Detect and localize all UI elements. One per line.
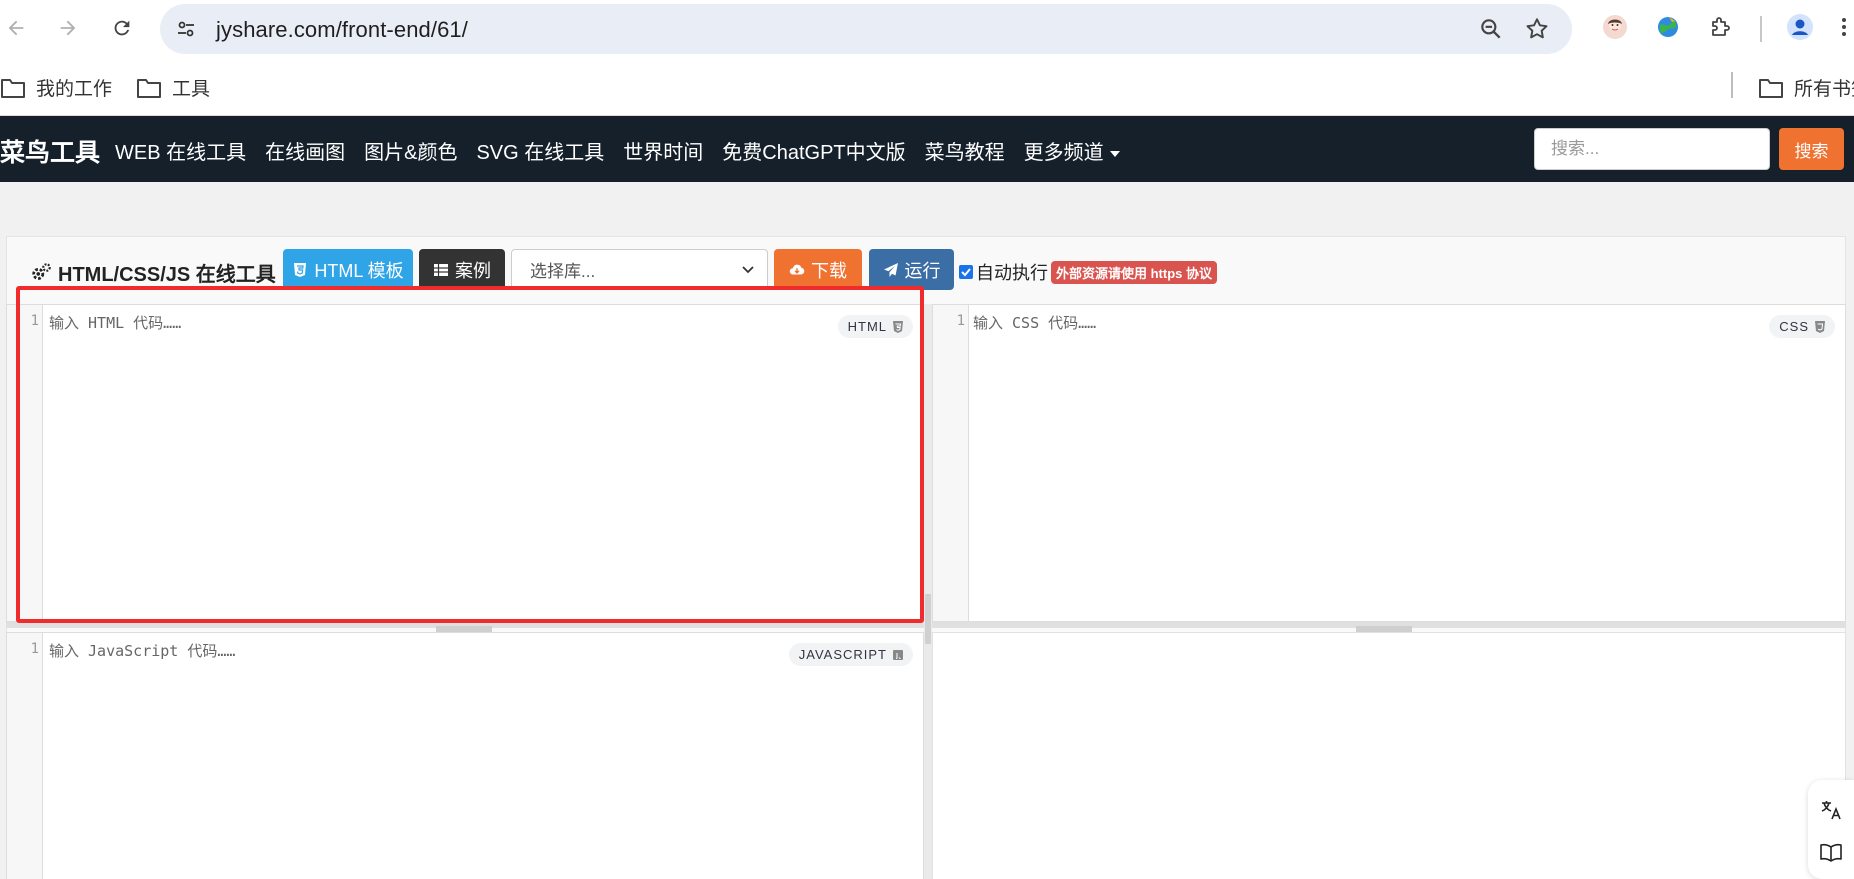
- all-bookmarks-folder[interactable]: 所有书签: [1758, 74, 1854, 101]
- download-button[interactable]: 下载: [774, 249, 862, 290]
- html-template-button[interactable]: HTML 模板: [283, 249, 413, 290]
- vertical-splitter[interactable]: [924, 304, 932, 879]
- js-lang-tag: JAVASCRIPT: [788, 643, 913, 666]
- result-preview-pane[interactable]: [932, 632, 1846, 879]
- site-navbar: 菜鸟工具 WEB 在线工具 在线画图 图片&颜色 SVG 在线工具 世界时间 免…: [0, 116, 1854, 182]
- site-logo[interactable]: 菜鸟工具: [0, 133, 100, 169]
- site-search-input[interactable]: [1534, 128, 1770, 170]
- case-examples-button[interactable]: 案例: [419, 249, 505, 290]
- js-square-icon: [893, 649, 903, 660]
- more-channels-label: 更多频道: [1023, 142, 1104, 164]
- line-gutter: 1: [7, 633, 43, 879]
- lang-tag-label: JAVASCRIPT: [798, 647, 887, 662]
- nav-link-chatgpt[interactable]: 免费ChatGPT中文版: [722, 136, 905, 165]
- download-label: 下载: [811, 260, 847, 281]
- cloud-download-icon: [789, 264, 805, 274]
- forward-button[interactable]: [52, 12, 84, 44]
- bookmark-label: 我的工作: [36, 79, 113, 100]
- auto-run-label: 自动执行: [976, 263, 1048, 283]
- gears-icon: [32, 262, 51, 280]
- zoom-icon[interactable]: [1478, 16, 1504, 42]
- bookmark-folder-work[interactable]: 我的工作: [0, 74, 112, 101]
- folder-icon: [1, 78, 25, 98]
- nav-link-web-tools[interactable]: WEB 在线工具: [115, 136, 246, 165]
- lang-tag-label: CSS: [1779, 319, 1809, 334]
- browser-toolbar: jyshare.com/front-end/61/: [0, 0, 1854, 58]
- tool-title-text: HTML/CSS/JS 在线工具: [58, 264, 276, 286]
- translate-icon[interactable]: [1819, 798, 1843, 822]
- js-editor[interactable]: 1 输入 JavaScript 代码…… JAVASCRIPT: [6, 632, 924, 879]
- https-notice-badge: 外部资源请使用 https 协议: [1051, 260, 1217, 284]
- nav-link-world-time[interactable]: 世界时间: [623, 136, 703, 165]
- paper-plane-icon: [883, 262, 898, 277]
- bookmark-label: 所有书签: [1794, 79, 1854, 100]
- globe-extension-icon[interactable]: [1653, 12, 1683, 42]
- address-bar[interactable]: jyshare.com/front-end/61/: [160, 4, 1572, 54]
- reading-mode-icon[interactable]: [1819, 840, 1843, 864]
- table-icon: [434, 263, 448, 276]
- folder-icon: [1759, 78, 1783, 98]
- css-editor[interactable]: 1 输入 CSS 代码…… CSS: [932, 304, 1846, 622]
- toolbar-divider: [1760, 16, 1762, 42]
- check-icon: [961, 268, 971, 277]
- caret-down-icon: [1109, 150, 1120, 157]
- reload-button[interactable]: [106, 12, 138, 44]
- site-settings-icon[interactable]: [174, 17, 198, 41]
- library-select-value: 选择库...: [530, 262, 596, 281]
- line-gutter: 1: [933, 305, 969, 621]
- js-code-placeholder[interactable]: 输入 JavaScript 代码……: [49, 640, 235, 661]
- splitter-handle[interactable]: [925, 594, 931, 644]
- chevron-down-icon: [742, 266, 754, 274]
- tool-title: HTML/CSS/JS 在线工具: [30, 258, 276, 287]
- auto-run-checkbox[interactable]: [959, 265, 973, 279]
- nav-link-image-color[interactable]: 图片&颜色: [364, 136, 457, 165]
- run-label: 运行: [904, 260, 941, 281]
- menu-icon[interactable]: [1834, 12, 1854, 42]
- library-select[interactable]: 选择库...: [511, 249, 768, 290]
- bookmarks-bar: 我的工作 工具 所有书签: [0, 58, 1854, 116]
- css-code-placeholder[interactable]: 输入 CSS 代码……: [973, 312, 1096, 333]
- html-template-label: HTML 模板: [314, 260, 404, 281]
- nav-link-drawing[interactable]: 在线画图: [265, 136, 345, 165]
- reload-icon: [114, 20, 130, 36]
- line-number: 1: [30, 641, 39, 657]
- nav-link-svg[interactable]: SVG 在线工具: [476, 136, 604, 165]
- bookmark-star-icon[interactable]: [1524, 16, 1550, 42]
- run-button[interactable]: 运行: [869, 249, 954, 290]
- nav-link-tutorial[interactable]: 菜鸟教程: [925, 136, 1005, 165]
- css3-icon: [1815, 320, 1825, 333]
- bookmark-folder-tools[interactable]: 工具: [136, 74, 210, 101]
- bookmarks-divider: [1731, 72, 1733, 98]
- nav-link-more-channels[interactable]: 更多频道: [1024, 136, 1120, 165]
- site-search-button[interactable]: 搜索: [1779, 128, 1844, 170]
- url-text[interactable]: jyshare.com/front-end/61/: [216, 17, 468, 43]
- line-number: 1: [956, 313, 965, 329]
- back-button[interactable]: [0, 12, 32, 44]
- folder-icon: [137, 78, 161, 98]
- profile-avatar-extension-icon[interactable]: [1600, 12, 1630, 42]
- account-icon[interactable]: [1785, 12, 1815, 42]
- floating-tools: [1808, 780, 1854, 879]
- bookmark-label: 工具: [172, 79, 211, 100]
- css-lang-tag: CSS: [1769, 315, 1835, 338]
- arrow-right-icon: [60, 20, 76, 36]
- case-label: 案例: [455, 260, 491, 281]
- html5-icon: [294, 262, 307, 277]
- arrow-left-icon: [8, 20, 24, 36]
- highlight-annotation-box: [16, 286, 924, 623]
- puzzle-extensions-icon[interactable]: [1706, 12, 1736, 42]
- auto-run-toggle[interactable]: 自动执行 外部资源请使用 https 协议: [959, 259, 1217, 285]
- nav-links: WEB 在线工具 在线画图 图片&颜色 SVG 在线工具 世界时间 免费Chat…: [115, 136, 1120, 165]
